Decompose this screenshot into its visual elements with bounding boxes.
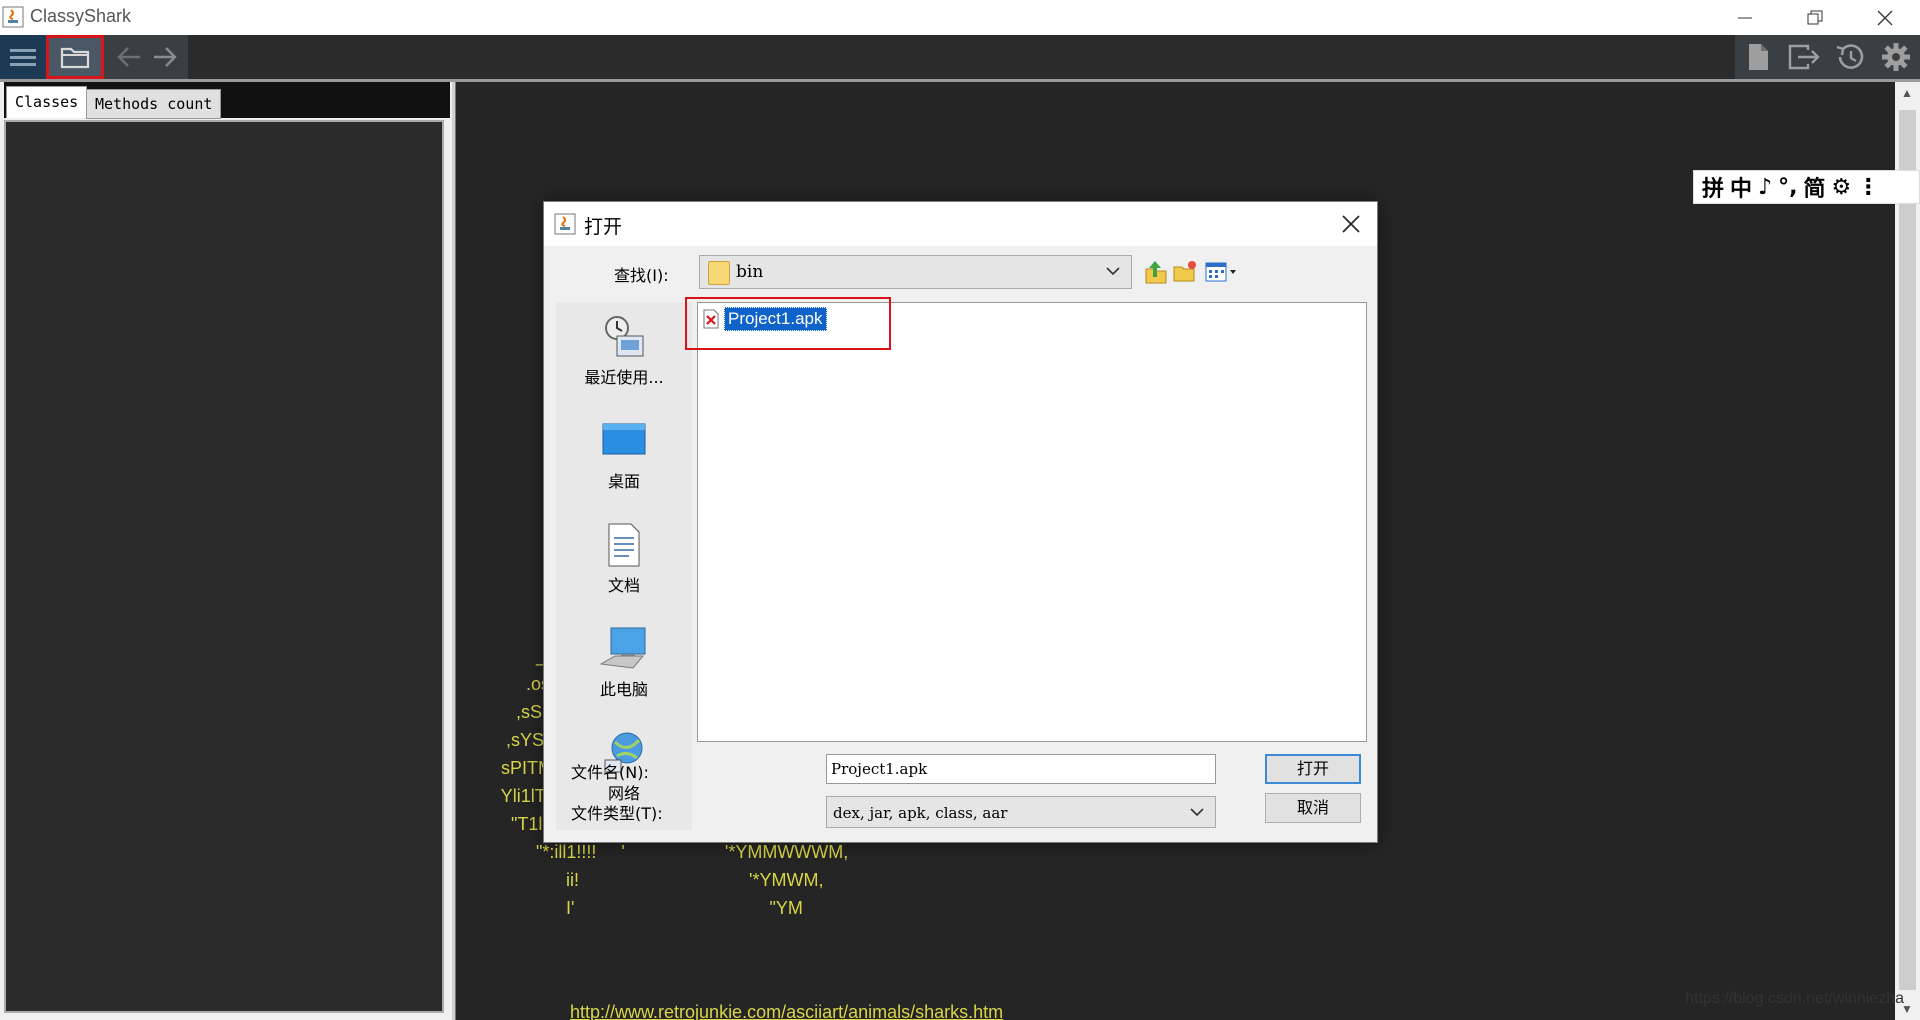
- ime-pinyin-icon[interactable]: 拼: [1702, 171, 1724, 203]
- java-app-icon: [2, 6, 24, 28]
- scroll-thumb[interactable]: [1899, 110, 1916, 990]
- tab-methods-count[interactable]: Methods count: [86, 89, 222, 119]
- window-title: ClassyShark: [30, 6, 132, 26]
- forward-arrow-icon: [154, 47, 177, 67]
- left-panel: Classes Methods count: [0, 82, 452, 1020]
- export-icon: [1788, 44, 1820, 70]
- dialog-title: 打开: [584, 216, 623, 238]
- ime-halfwidth-icon[interactable]: ♪: [1758, 175, 1772, 200]
- open-file-button[interactable]: [46, 35, 104, 79]
- place-documents[interactable]: 文档: [556, 510, 692, 610]
- minimize-button[interactable]: [1710, 0, 1780, 35]
- computer-icon: [599, 627, 646, 669]
- place-desktop[interactable]: 桌面: [556, 406, 692, 506]
- new-folder-button[interactable]: [1172, 259, 1198, 285]
- close-icon: [1342, 215, 1360, 233]
- look-in-select[interactable]: bin: [699, 255, 1132, 289]
- places-bar: 最近使用... 桌面 文档 此电脑 网络: [556, 302, 692, 830]
- look-in-label: 查找(I):: [614, 266, 669, 285]
- gear-icon: [1882, 43, 1910, 71]
- place-label: 文档: [607, 576, 640, 595]
- menu-button[interactable]: [0, 35, 46, 79]
- cancel-button[interactable]: 取消: [1265, 793, 1361, 823]
- tab-classes[interactable]: Classes: [6, 86, 88, 118]
- java-app-icon: [554, 213, 576, 235]
- window-titlebar: ClassyShark: [0, 0, 1920, 35]
- close-icon: [1877, 10, 1893, 25]
- file-type-label: 文件类型(T):: [571, 804, 663, 823]
- file-type-select[interactable]: dex, jar, apk, class, aar: [826, 796, 1216, 828]
- ime-chinese-mode-icon[interactable]: 中: [1730, 171, 1752, 203]
- place-recent[interactable]: 最近使用...: [556, 302, 692, 402]
- open-button[interactable]: 打开: [1265, 754, 1361, 784]
- toolbar-right-group: [1735, 35, 1920, 79]
- export-file-button[interactable]: [1735, 35, 1781, 79]
- restore-icon: [1807, 10, 1823, 24]
- ime-simplified-icon[interactable]: 简: [1803, 171, 1825, 203]
- place-label: 最近使用...: [584, 368, 664, 387]
- panel-tabs: Classes Methods count: [4, 82, 450, 119]
- restore-button[interactable]: [1780, 0, 1850, 35]
- file-type-value: dex, jar, apk, class, aar: [833, 804, 1008, 822]
- place-label: 桌面: [607, 472, 640, 491]
- folder-icon: [708, 261, 730, 285]
- file-name-label: 文件名(N):: [571, 763, 649, 782]
- file-icon: [1749, 44, 1768, 70]
- back-arrow-icon: [117, 47, 140, 67]
- minimize-icon: [1738, 17, 1752, 18]
- dialog-titlebar: 打开: [544, 202, 1377, 246]
- forward-button[interactable]: [142, 35, 188, 79]
- menu-icon: [10, 49, 36, 66]
- ime-toolbar: 拼 中 ♪ °, 简 ⚙ ⋮: [1693, 170, 1920, 204]
- file-name-input[interactable]: [826, 754, 1216, 784]
- main-toolbar: [0, 35, 1920, 82]
- close-window-button[interactable]: [1850, 0, 1920, 35]
- selection-highlight-box: [685, 297, 891, 350]
- desktop-icon: [602, 423, 646, 455]
- watermark: https://blog.csdn.net/winniezha: [1685, 990, 1904, 1007]
- history-button[interactable]: [1827, 35, 1873, 79]
- settings-button[interactable]: [1873, 35, 1919, 79]
- classes-tree[interactable]: [4, 120, 444, 1013]
- chevron-down-icon: [1190, 808, 1204, 817]
- dialog-close-button[interactable]: [1335, 208, 1367, 240]
- export-button[interactable]: [1781, 35, 1827, 79]
- toolbar-left-group: [0, 35, 188, 79]
- ime-punctuation-icon[interactable]: °,: [1778, 175, 1797, 200]
- ime-more-icon[interactable]: ⋮: [1857, 175, 1879, 200]
- open-folder-icon: [60, 47, 90, 69]
- history-icon: [1836, 44, 1864, 69]
- ime-settings-icon[interactable]: ⚙: [1831, 175, 1851, 200]
- place-this-pc[interactable]: 此电脑: [556, 614, 692, 714]
- chevron-down-icon: [1106, 267, 1120, 276]
- recent-icon: [605, 316, 644, 357]
- look-in-value: bin: [736, 262, 764, 282]
- documents-icon: [608, 523, 640, 567]
- scroll-up-icon[interactable]: ▲: [1901, 86, 1913, 100]
- ascii-source-link[interactable]: http://www.retrojunkie.com/asciiart/anim…: [570, 1002, 1003, 1020]
- open-file-dialog: 打开 查找(I): bin 最近使用... 桌面 文档 此电脑 网络 Proje…: [543, 201, 1378, 843]
- file-list[interactable]: Project1.apk: [697, 302, 1367, 742]
- console-scrollbar[interactable]: ▲ ▼: [1895, 82, 1920, 1020]
- up-folder-button[interactable]: [1142, 259, 1168, 285]
- view-menu-button[interactable]: [1204, 259, 1240, 285]
- place-label: 此电脑: [599, 680, 648, 699]
